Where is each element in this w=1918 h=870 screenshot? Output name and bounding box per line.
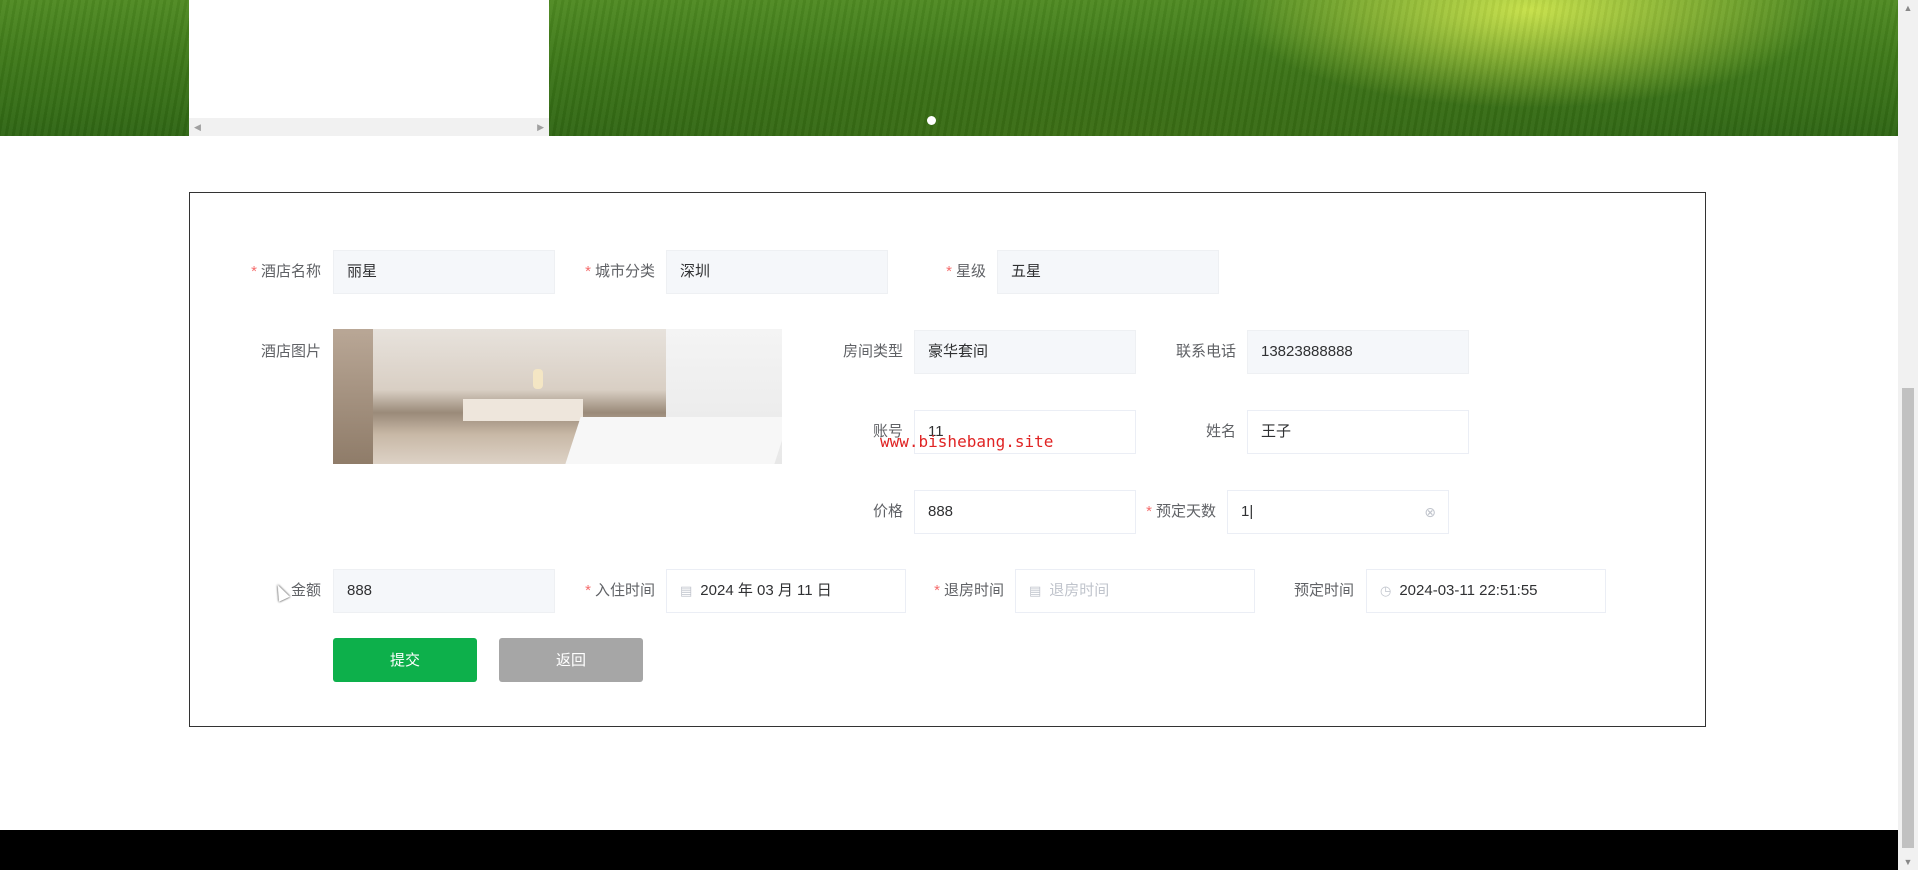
stars-label: * 星级 — [946, 263, 986, 280]
stars-input[interactable]: 五星 — [997, 250, 1219, 294]
phone-input[interactable]: 13823888888 — [1247, 330, 1469, 374]
side-panel: ◀ ▶ — [189, 0, 549, 136]
calendar-icon: ▤ — [680, 583, 693, 598]
scroll-right-icon[interactable]: ▶ — [532, 122, 549, 133]
name-input[interactable]: 王子 — [1247, 410, 1469, 454]
price-input[interactable]: 888 — [914, 490, 1136, 534]
scroll-left-icon[interactable]: ◀ — [189, 122, 206, 133]
name-label: 姓名 — [1205, 423, 1236, 440]
checkin-label: * 入住时间 — [585, 582, 655, 599]
room-bed — [565, 417, 782, 464]
watermark-text: www.bishebang.site — [880, 432, 1054, 451]
days-input[interactable]: 1| ⊗ — [1227, 490, 1449, 534]
city-input[interactable]: 深圳 — [666, 250, 888, 294]
booking-time-label: 预定时间 — [1293, 582, 1354, 599]
amount-input[interactable]: 888 — [333, 569, 555, 613]
submit-button[interactable]: 提交 — [333, 638, 477, 682]
scrollbar-thumb[interactable] — [1902, 388, 1914, 848]
booking-time-picker[interactable]: ◷ 2024-03-11 22:51:55 — [1366, 569, 1606, 613]
page-footer — [0, 830, 1898, 870]
city-label: * 城市分类 — [585, 263, 655, 280]
hotel-name-label: * 酒店名称 — [251, 263, 321, 280]
room-type-input[interactable]: 豪华套间 — [914, 330, 1136, 374]
hotel-name-input[interactable]: 丽星 — [333, 250, 555, 294]
room-lamp — [533, 369, 543, 389]
days-label: * 预定天数 — [1146, 503, 1216, 520]
side-panel-scrollbar[interactable]: ◀ ▶ — [189, 118, 549, 136]
checkout-label: * 退房时间 — [934, 582, 1004, 599]
clock-icon: ◷ — [1380, 583, 1392, 598]
hotel-image — [333, 329, 782, 464]
room-window — [333, 329, 373, 464]
page-scrollbar[interactable]: ▲ ▼ — [1898, 0, 1918, 870]
clear-icon[interactable]: ⊗ — [1424, 491, 1436, 533]
price-label: 价格 — [872, 503, 903, 520]
phone-label: 联系电话 — [1175, 343, 1236, 360]
back-button[interactable]: 返回 — [499, 638, 643, 682]
hotel-image-label: 酒店图片 — [260, 343, 321, 360]
scroll-down-icon[interactable]: ▼ — [1898, 854, 1918, 870]
carousel-indicator-dot[interactable] — [927, 116, 936, 125]
calendar-icon: ▤ — [1029, 583, 1042, 598]
room-sofa — [463, 399, 583, 421]
scroll-up-icon[interactable]: ▲ — [1898, 0, 1918, 16]
checkout-date-picker[interactable]: ▤ 退房时间 — [1015, 569, 1255, 613]
checkin-date-picker[interactable]: ▤ 2024 年 03 月 11 日 — [666, 569, 906, 613]
room-type-label: 房间类型 — [842, 343, 903, 360]
